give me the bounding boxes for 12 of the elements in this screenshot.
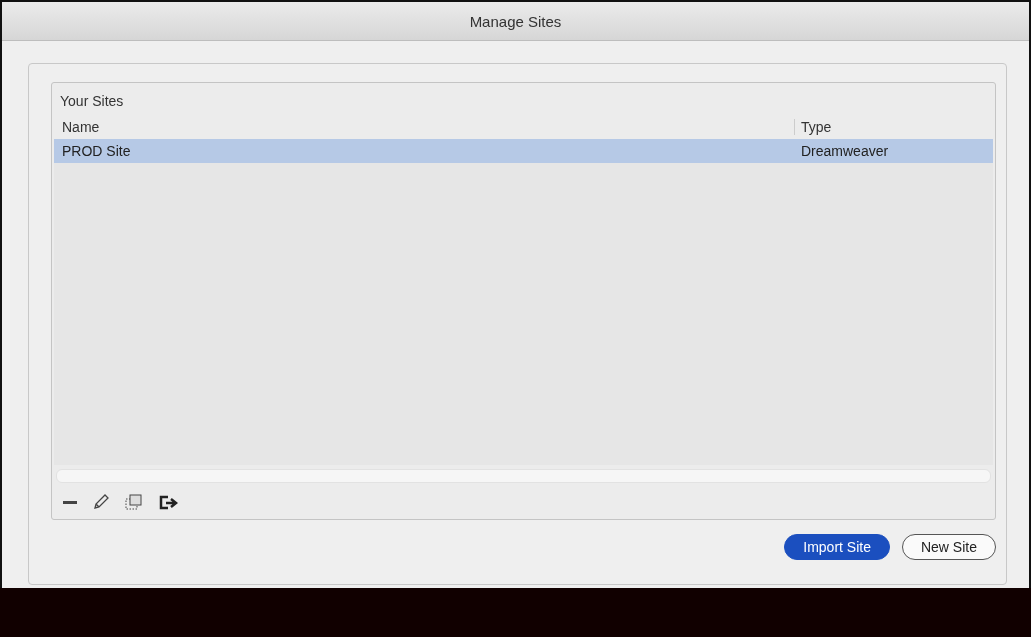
panel-title: Your Sites <box>59 92 125 111</box>
pencil-icon[interactable] <box>92 493 110 511</box>
duplicate-icon[interactable] <box>124 493 144 511</box>
table-cell-text: PROD Site <box>61 143 132 159</box>
window-title: Manage Sites <box>469 12 562 30</box>
table-cell-text: Dreamweaver <box>800 143 890 159</box>
dialog-button[interactable]: New Site <box>901 534 996 560</box>
site-row[interactable]: PROD Site Dreamweaver <box>54 139 993 163</box>
column-header[interactable]: Name <box>54 119 794 135</box>
export-icon[interactable] <box>158 493 180 511</box>
dialog-button[interactable]: Import Site <box>784 534 890 560</box>
column-header[interactable]: Type <box>794 119 993 135</box>
